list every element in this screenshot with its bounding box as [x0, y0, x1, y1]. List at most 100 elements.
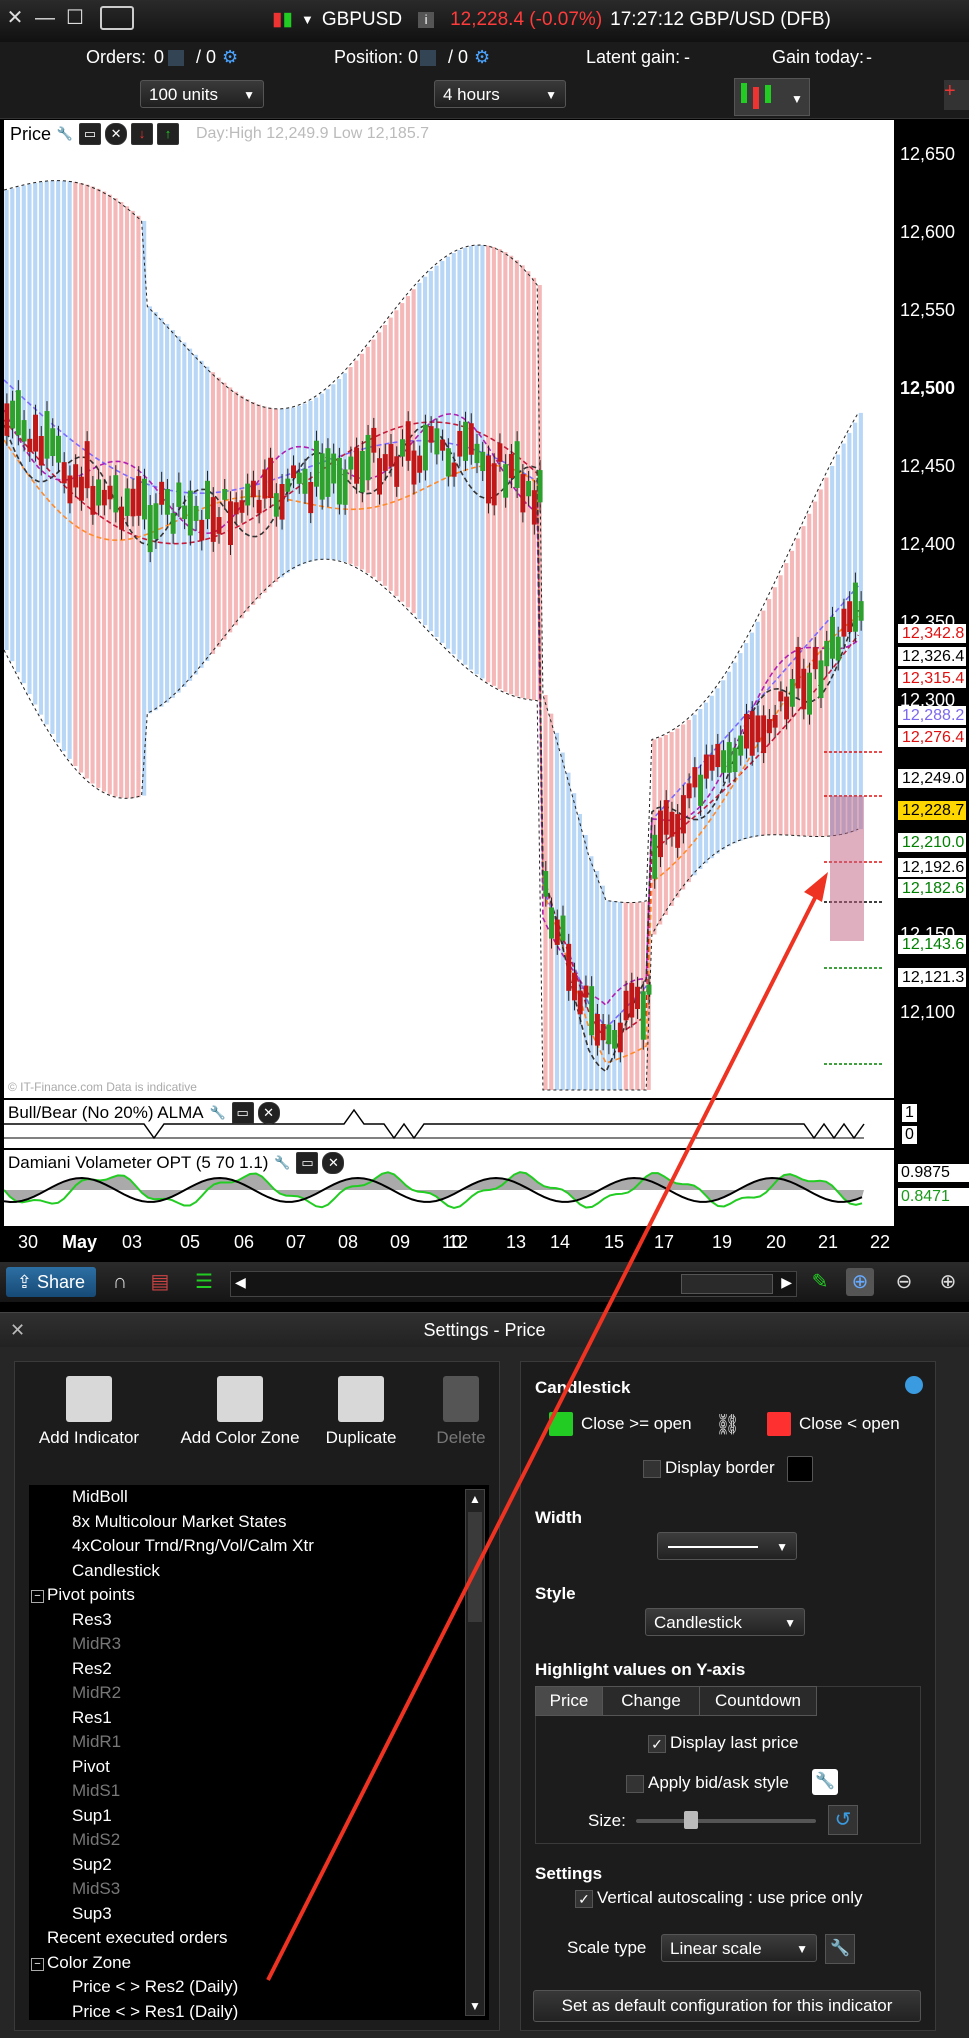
layers-icon[interactable]: ▤ [146, 1268, 174, 1296]
scroll-right-icon[interactable]: ▶ [781, 1274, 792, 1291]
scroll-thumb[interactable] [681, 1274, 773, 1294]
window-icon[interactable]: ▭ [231, 1102, 254, 1124]
scroll-left-icon[interactable]: ◀ [235, 1274, 246, 1291]
symbol-label[interactable]: GBPUSD [322, 9, 402, 31]
tree-item[interactable]: Color Zone [47, 1953, 131, 1973]
tree-item[interactable]: MidS2 [72, 1830, 120, 1850]
wrench-icon[interactable]: 🔧 [825, 1934, 855, 1964]
tree-item[interactable]: Price < > Res1 (Daily) [72, 2002, 238, 2021]
collapse-toggle-icon[interactable]: − [31, 1590, 44, 1603]
cancel-orders-icon[interactable] [168, 50, 184, 66]
tree-item[interactable]: MidBoll [72, 1487, 128, 1507]
zoom-out-icon[interactable]: ⊖ [890, 1268, 918, 1296]
scroll-down-icon[interactable]: ▼ [469, 1999, 481, 2013]
chevron-down-icon: ▼ [545, 88, 557, 102]
zoom-area-icon[interactable]: ⊕ [846, 1268, 874, 1296]
add-color-zone-button[interactable]: Add Color Zone [165, 1376, 315, 1448]
close-icon[interactable]: ✕ [322, 1152, 345, 1174]
tree-scrollbar[interactable]: ▲ ▼ [465, 1489, 485, 2016]
add-indicator-button[interactable]: Add Indicator [19, 1376, 159, 1448]
tree-item[interactable]: Res3 [72, 1610, 112, 1630]
bull-bear-indicator[interactable]: Bull/Bear (No 20%) ALMA 🔧 ▭ ✕ [4, 1100, 894, 1148]
width-select[interactable]: ▼ [657, 1532, 797, 1560]
close-icon[interactable]: ✕ [105, 123, 128, 145]
tree-item[interactable]: 8x Multicolour Market States [72, 1512, 286, 1532]
tree-item[interactable]: Candlestick [72, 1561, 160, 1581]
size-slider-handle[interactable] [684, 1811, 698, 1829]
display-border-checkbox[interactable] [643, 1460, 661, 1478]
tree-item[interactable]: MidS3 [72, 1879, 120, 1899]
candle-icon[interactable]: ▮▮ [272, 8, 293, 31]
tree-item[interactable]: Sup2 [72, 1855, 112, 1875]
wrench-icon[interactable]: 🔧 [207, 1103, 228, 1123]
share-button[interactable]: ⇪ Share [6, 1267, 96, 1297]
magnet-icon[interactable]: ∩ [106, 1268, 134, 1296]
chart-scrollbar[interactable]: ◀ ▶ [230, 1271, 797, 1297]
close-position-icon[interactable] [420, 50, 436, 66]
set-default-button[interactable]: Set as default configuration for this in… [533, 1990, 921, 2022]
scroll-up-icon[interactable]: ▲ [469, 1492, 481, 1506]
timeframe-select[interactable]: 4 hours ▼ [434, 80, 566, 108]
tree-item[interactable]: MidR2 [72, 1683, 121, 1703]
tab-price[interactable]: Price [535, 1686, 603, 1716]
price-chart[interactable] [4, 120, 894, 1098]
close-icon[interactable]: ✕ [4, 7, 26, 29]
tree-item[interactable]: Res1 [72, 1708, 112, 1728]
tree-item[interactable]: Sup3 [72, 1904, 112, 1924]
chart-type-button[interactable]: ▼ [734, 78, 810, 116]
help-icon[interactable] [905, 1376, 923, 1394]
units-select[interactable]: 100 units ▼ [140, 80, 264, 108]
close-icon[interactable]: ✕ [257, 1102, 280, 1124]
scroll-thumb[interactable] [468, 1512, 482, 1622]
duplicate-button[interactable]: Duplicate [311, 1376, 411, 1448]
indicator-list-icon[interactable]: ☰ [190, 1268, 218, 1296]
indicator-tree[interactable]: MidBoll 8x Multicolour Market States 4xCol… [29, 1485, 489, 2020]
apply-bid-ask-checkbox[interactable] [626, 1775, 644, 1793]
vertical-autoscaling-checkbox[interactable]: ✓ [575, 1890, 593, 1908]
price-y-axis[interactable]: 12,650 12,600 12,550 12,500 12,450 12,40… [894, 120, 969, 1098]
up-color-swatch[interactable] [549, 1412, 573, 1436]
chevron-down-icon[interactable]: ▼ [301, 12, 314, 27]
move-down-icon[interactable]: ↓ [131, 123, 154, 145]
down-color-swatch[interactable] [767, 1412, 791, 1436]
style-select[interactable]: Candlestick ▼ [645, 1608, 805, 1636]
gear-icon[interactable]: ⚙ [474, 47, 490, 68]
reset-icon[interactable]: ↺ [828, 1805, 858, 1835]
date-x-axis[interactable]: 30 May 03 05 06 07 08 09 10 12 13 14 15 … [0, 1228, 900, 1258]
close-icon[interactable]: ✕ [10, 1313, 25, 1347]
add-indicator-icon[interactable]: + [944, 80, 969, 110]
size-slider[interactable] [636, 1819, 816, 1823]
drawing-tools-icon[interactable]: ✎ [806, 1268, 834, 1296]
tab-countdown[interactable]: Countdown [699, 1686, 817, 1716]
link-icon[interactable]: ⛓ [715, 1412, 740, 1437]
tree-item[interactable]: MidR3 [72, 1634, 121, 1654]
wrench-icon[interactable]: 🔧 [272, 1153, 293, 1173]
gear-icon[interactable]: ⚙ [222, 47, 238, 68]
scale-type-select[interactable]: Linear scale ▼ [661, 1934, 817, 1962]
tree-item[interactable]: Sup1 [72, 1806, 112, 1826]
border-color-swatch[interactable] [787, 1456, 813, 1482]
tree-item[interactable]: Recent executed orders [47, 1928, 228, 1948]
tree-item[interactable]: Price < > Res2 (Daily) [72, 1977, 238, 1997]
tree-item[interactable]: Pivot points [47, 1585, 135, 1605]
window-icon[interactable]: ▭ [296, 1152, 319, 1174]
tab-change[interactable]: Change [602, 1686, 700, 1716]
delete-button[interactable]: Delete [423, 1376, 499, 1448]
minimize-icon[interactable]: — [34, 7, 56, 29]
wrench-icon[interactable]: 🔧 [55, 124, 76, 144]
keyboard-icon[interactable] [100, 6, 134, 30]
move-up-icon[interactable]: ↑ [157, 123, 180, 145]
wrench-icon[interactable]: 🔧 [812, 1769, 838, 1795]
info-icon[interactable]: i [418, 11, 435, 28]
collapse-toggle-icon[interactable]: − [31, 1957, 44, 1971]
tree-item[interactable]: 4xColour Trnd/Rng/Vol/Calm Xtr [72, 1536, 314, 1556]
tree-item[interactable]: MidR1 [72, 1732, 121, 1752]
tree-item[interactable]: MidS1 [72, 1781, 120, 1801]
display-last-price-checkbox[interactable]: ✓ [648, 1735, 666, 1753]
tree-item[interactable]: Res2 [72, 1659, 112, 1679]
maximize-icon[interactable]: ☐ [64, 7, 86, 29]
tree-item[interactable]: Pivot [72, 1757, 110, 1777]
zoom-in-icon[interactable]: ⊕ [934, 1268, 962, 1296]
window-icon[interactable]: ▭ [79, 123, 102, 145]
damiani-volameter-indicator[interactable]: Damiani Volameter OPT (5 70 1.1) 🔧 ▭ ✕ [3, 1150, 894, 1226]
